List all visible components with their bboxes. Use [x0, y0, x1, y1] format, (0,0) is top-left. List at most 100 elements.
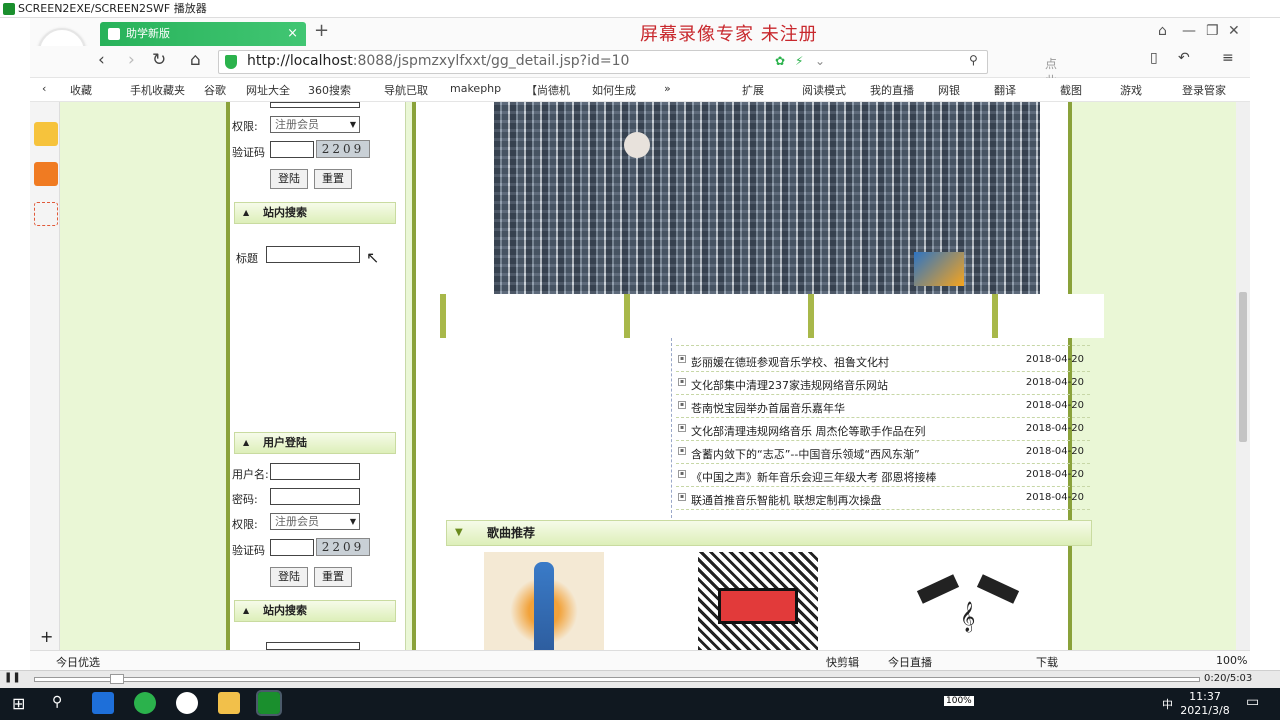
- reload-icon[interactable]: ↻: [152, 50, 166, 70]
- browser-icon[interactable]: [134, 692, 156, 714]
- toolbar-item[interactable]: 登录管家: [1182, 82, 1226, 98]
- weibo-icon[interactable]: [34, 162, 58, 186]
- quick-clip[interactable]: 快剪辑: [826, 654, 859, 670]
- toolbar-item[interactable]: 阅读模式: [802, 82, 846, 98]
- restore-icon[interactable]: ❐: [1206, 23, 1219, 39]
- browser-window: 助学新版 × + 屏幕录像专家 未注册 ⌂ — ❐ ✕ e ‹ › ↻ ⌂ ht…: [30, 18, 1250, 670]
- bookmark-item[interactable]: 手机收藏夹: [130, 82, 185, 98]
- permission-select[interactable]: 注册会员: [270, 513, 360, 530]
- site-search-header: ▲ 站内搜索: [234, 600, 396, 622]
- list-item[interactable]: ▪ 文化部清理违规网络音乐 周杰伦等歌手作品在列 2018-04-20: [676, 419, 1090, 441]
- title-search-input[interactable]: [266, 246, 360, 263]
- bookmark-item[interactable]: 如何生成: [592, 82, 636, 98]
- notification-icon[interactable]: ▭: [1246, 694, 1259, 710]
- reset-button[interactable]: 重置: [314, 567, 352, 587]
- search-icon[interactable]: ⚲: [52, 694, 62, 710]
- truncated-input[interactable]: [270, 102, 360, 108]
- username-input[interactable]: [270, 463, 360, 480]
- login-button[interactable]: 登陆: [270, 567, 308, 587]
- toolbar-item[interactable]: 截图: [1060, 82, 1082, 98]
- bookmark-item[interactable]: 网址大全: [246, 82, 290, 98]
- folder-icon[interactable]: [218, 692, 240, 714]
- collapse-icon[interactable]: ‹: [42, 82, 46, 95]
- back-icon[interactable]: ‹: [98, 50, 105, 70]
- address-bar[interactable]: http://localhost:8088/jspmzxylfxxt/gg_de…: [218, 50, 1057, 122]
- bookmark-item[interactable]: makephp: [450, 82, 501, 95]
- playback-time: 0:20/5:03: [1204, 673, 1253, 684]
- tab-favicon-icon: [108, 28, 120, 40]
- status-bar: 今日优选 快剪辑 今日直播 下载 100%: [30, 650, 1250, 670]
- captcha-input[interactable]: [270, 141, 314, 158]
- undo-icon[interactable]: ↶: [1178, 50, 1190, 66]
- progress-track[interactable]: [34, 677, 1200, 682]
- list-item[interactable]: ▪ 《中国之声》新年音乐会迎三年级大考 邵恩将接棒 2018-04-20: [676, 465, 1090, 487]
- reset-button[interactable]: 重置: [314, 169, 352, 189]
- mouse-cursor-icon: ↖: [366, 248, 380, 267]
- lightning-icon[interactable]: ⚡: [795, 54, 803, 68]
- bookmark-item[interactable]: 收藏: [70, 82, 92, 98]
- list-item[interactable]: ▪ 彭丽媛在德班参观音乐学校、祖鲁文化村 2018-04-20: [676, 350, 1090, 372]
- progress-knob[interactable]: [110, 674, 124, 684]
- page-scrollbar[interactable]: [1236, 102, 1250, 650]
- system-clock[interactable]: 11:37 2021/3/8: [1180, 690, 1230, 718]
- list-item-partial: [676, 338, 1090, 346]
- minimize-icon[interactable]: —: [1182, 23, 1196, 39]
- list-item[interactable]: ▪ 联通首推音乐智能机 联想定制再次操盘 2018-04-20: [676, 488, 1090, 510]
- username-label: 用户名:: [232, 468, 269, 481]
- list-item[interactable]: ▪ 含蓄内敛下的“志忑”--中国音乐领域“西风东渐” 2018-04-20: [676, 442, 1090, 464]
- search-icon[interactable]: ⚲: [969, 53, 978, 67]
- skin-icon[interactable]: ⌂: [1158, 23, 1167, 39]
- chrome-icon[interactable]: [176, 692, 198, 714]
- banner-photo: [494, 102, 1040, 294]
- password-label: 密码:: [232, 493, 258, 506]
- toolbar-item[interactable]: 我的直播: [870, 82, 914, 98]
- browser-tab[interactable]: 助学新版 ×: [100, 22, 306, 46]
- url-host: http://localhost: [247, 53, 353, 69]
- pause-icon[interactable]: ❚❚: [4, 672, 21, 683]
- bookmark-item[interactable]: 导航已取: [384, 82, 428, 98]
- close-window-icon[interactable]: ✕: [1228, 23, 1240, 39]
- captcha-image: 2209: [316, 538, 370, 556]
- forward-icon[interactable]: ›: [128, 50, 135, 70]
- permission-select[interactable]: 注册会员: [270, 116, 360, 133]
- start-icon[interactable]: ⊞: [12, 694, 25, 713]
- song-cover-trumpets[interactable]: 𝄞: [908, 552, 1028, 650]
- downloads[interactable]: 下载: [1036, 654, 1058, 670]
- app-u-icon[interactable]: [92, 692, 114, 714]
- list-item[interactable]: ▪ 文化部集中清理237家违规网络音乐网站 2018-04-20: [676, 373, 1090, 395]
- battery-indicator: 100%: [944, 696, 974, 706]
- favorites-star-icon[interactable]: [34, 122, 58, 146]
- tab-close-icon[interactable]: ×: [287, 22, 298, 46]
- toolbar-item[interactable]: 网银: [938, 82, 960, 98]
- dropdown-icon[interactable]: ⌄: [815, 54, 825, 68]
- web-page: 权限: 注册会员 验证码 2209 登陆 重置 ▲站内搜索 标题 ↖ ▲用户登陆…: [60, 102, 1240, 650]
- list-item[interactable]: ▪ 苍南悦宝园举办首届音乐嘉年华 2018-04-20: [676, 396, 1090, 418]
- ime-indicator[interactable]: 中: [1162, 696, 1173, 712]
- refresh-engine-icon[interactable]: ✿: [775, 54, 785, 68]
- zoom-level[interactable]: 100%: [1216, 654, 1247, 667]
- player-titlebar: SCREEN2EXE/SCREEN2SWF 播放器: [0, 0, 1280, 18]
- player-taskbar-icon[interactable]: [256, 690, 282, 716]
- toolbar-item[interactable]: 翻译: [994, 82, 1016, 98]
- song-cover-guitar[interactable]: [484, 552, 604, 650]
- overlay-strip: [440, 294, 1104, 338]
- password-input[interactable]: [270, 488, 360, 505]
- toolbar-item[interactable]: 扩展: [742, 82, 764, 98]
- new-tab-button[interactable]: +: [314, 20, 329, 41]
- home-icon[interactable]: ⌂: [190, 50, 201, 70]
- today-live[interactable]: 今日直播: [888, 654, 932, 670]
- song-cover-music[interactable]: [698, 552, 818, 650]
- menu-icon[interactable]: ≡: [1222, 50, 1234, 66]
- bookmark-item[interactable]: 谷歌: [204, 82, 226, 98]
- truncated-input[interactable]: [266, 642, 360, 650]
- captcha-input[interactable]: [270, 539, 314, 556]
- today-picks[interactable]: 今日优选: [56, 654, 100, 670]
- bookmark-icon[interactable]: ▯: [1150, 50, 1158, 66]
- more-bookmarks-icon[interactable]: »: [664, 82, 671, 95]
- mail-icon[interactable]: [34, 202, 58, 226]
- login-button[interactable]: 登陆: [270, 169, 308, 189]
- toolbar-item[interactable]: 游戏: [1120, 82, 1142, 98]
- bookmark-item[interactable]: 360搜索: [308, 82, 351, 98]
- add-sidebar-icon[interactable]: +: [40, 627, 53, 646]
- bookmark-item[interactable]: 【尚德机: [526, 82, 570, 98]
